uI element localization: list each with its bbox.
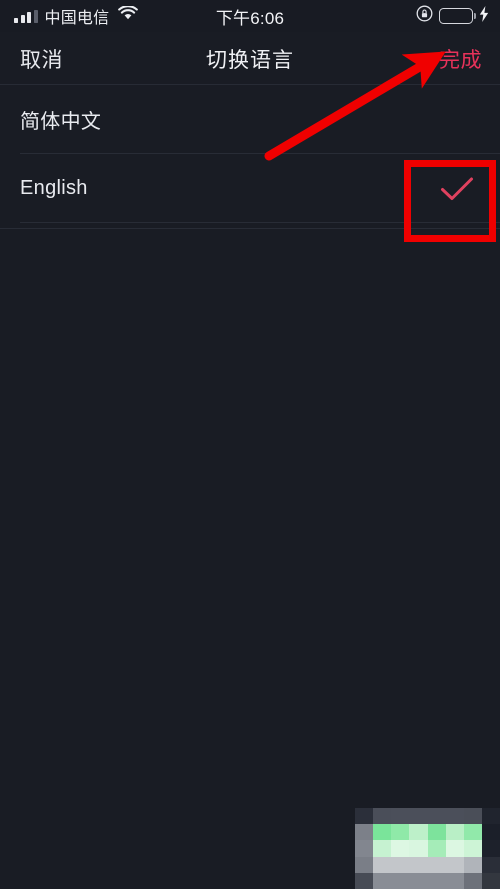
mosaic-block xyxy=(391,872,410,889)
mosaic-block xyxy=(409,808,428,825)
mosaic-block xyxy=(427,840,446,857)
mosaic-block xyxy=(427,808,446,825)
list-item-english[interactable]: English xyxy=(0,154,500,223)
mosaic-block xyxy=(463,856,482,873)
checkmark-icon xyxy=(440,176,474,202)
mosaic-block xyxy=(445,872,464,889)
status-bar: 中国电信 下午6:06 xyxy=(0,0,500,32)
row-separator xyxy=(20,222,500,223)
mosaic-block xyxy=(463,824,482,841)
battery-icon xyxy=(439,8,473,24)
language-label: English xyxy=(20,177,88,199)
rotation-lock-icon xyxy=(416,5,433,27)
mosaic-block xyxy=(427,856,446,873)
mosaic-block xyxy=(355,872,374,889)
mosaic-block xyxy=(481,840,500,857)
mosaic-block xyxy=(445,824,464,841)
mosaic-block xyxy=(481,856,500,873)
mosaic-block xyxy=(445,856,464,873)
mosaic-block xyxy=(481,808,500,825)
page-title: 切换语言 xyxy=(206,48,294,72)
mosaic-block xyxy=(391,808,410,825)
mosaic-block xyxy=(373,808,392,825)
mosaic-block xyxy=(373,872,392,889)
mosaic-block xyxy=(373,824,392,841)
mosaic-block xyxy=(463,840,482,857)
mosaic-block xyxy=(355,840,374,857)
phone-screen: 中国电信 下午6:06 取消 切换语言 完成 简体中文 English xyxy=(0,0,500,889)
navigation-bar: 取消 切换语言 完成 xyxy=(0,32,500,85)
mosaic-block xyxy=(391,840,410,857)
wifi-icon xyxy=(118,5,139,26)
mosaic-block xyxy=(391,856,410,873)
language-label: 简体中文 xyxy=(20,111,102,133)
mosaic-block xyxy=(355,824,374,841)
mosaic-block xyxy=(391,824,410,841)
mosaic-block xyxy=(463,872,482,889)
list-item-simplified-chinese[interactable]: 简体中文 xyxy=(0,85,500,154)
status-bar-left: 中国电信 xyxy=(14,0,139,32)
mosaic-block xyxy=(445,808,464,825)
mosaic-block xyxy=(463,808,482,825)
censored-mosaic-region xyxy=(355,808,500,889)
mosaic-block xyxy=(373,840,392,857)
mosaic-block xyxy=(445,840,464,857)
mosaic-block xyxy=(427,824,446,841)
mosaic-block xyxy=(409,824,428,841)
status-bar-right xyxy=(416,0,489,32)
mosaic-block xyxy=(481,824,500,841)
list-bottom-separator xyxy=(0,228,500,229)
language-list: 简体中文 English xyxy=(0,85,500,229)
mosaic-block xyxy=(355,808,374,825)
mosaic-block xyxy=(409,872,428,889)
cancel-button[interactable]: 取消 xyxy=(20,32,63,85)
mosaic-block xyxy=(373,856,392,873)
mosaic-block xyxy=(409,856,428,873)
done-button[interactable]: 完成 xyxy=(439,32,482,85)
signal-bars-icon xyxy=(14,9,38,23)
mosaic-block xyxy=(409,840,428,857)
mosaic-block xyxy=(427,872,446,889)
mosaic-block xyxy=(355,856,374,873)
charging-bolt-icon xyxy=(479,5,489,27)
mosaic-block xyxy=(481,872,500,889)
carrier-label: 中国电信 xyxy=(44,10,110,27)
